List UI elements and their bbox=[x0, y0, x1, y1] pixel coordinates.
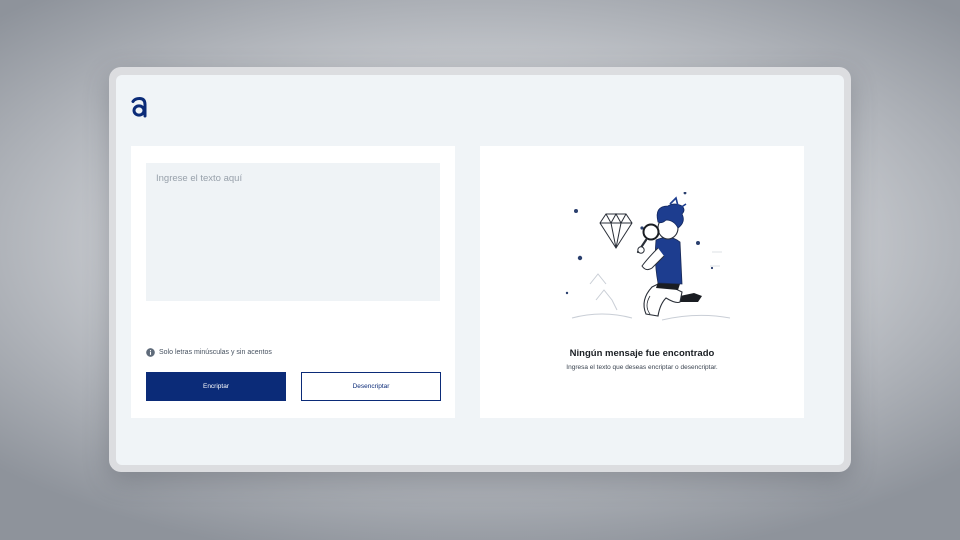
empty-state-title: Ningún mensaje fue encontrado bbox=[569, 348, 715, 359]
hint-text: Solo letras minúsculas y sin acentos bbox=[159, 349, 272, 356]
input-hint: Solo letras minúsculas y sin acentos bbox=[146, 348, 272, 357]
encrypt-button[interactable]: Encriptar bbox=[146, 372, 286, 401]
input-panel: Solo letras minúsculas y sin acentos Enc… bbox=[131, 146, 455, 418]
info-icon bbox=[146, 348, 155, 357]
person-with-magnifying-glass-illustration bbox=[565, 192, 731, 321]
message-input[interactable] bbox=[146, 163, 440, 301]
decrypt-button[interactable]: Desencriptar bbox=[301, 372, 441, 401]
empty-state-description: Ingresa el texto que deseas encriptar o … bbox=[566, 364, 718, 371]
app-window: Solo letras minúsculas y sin acentos Enc… bbox=[116, 75, 844, 465]
output-panel: Ningún mensaje fue encontrado Ingresa el… bbox=[480, 146, 804, 418]
alura-logo-icon bbox=[131, 96, 147, 118]
